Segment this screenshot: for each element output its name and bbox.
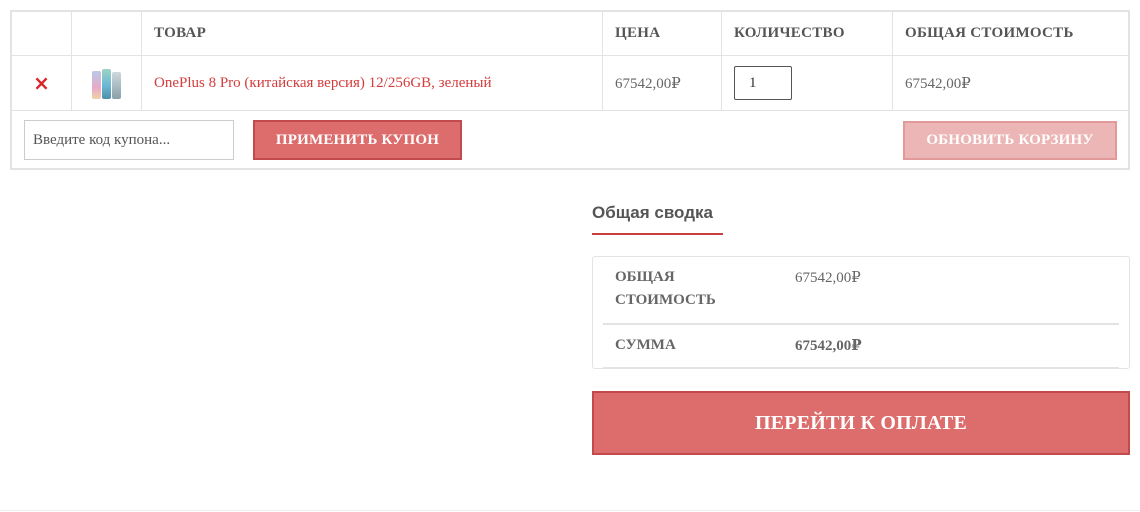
remove-item-icon[interactable]: × [33, 73, 50, 93]
header-subtotal-cell: ОБЩАЯ СТОИМОСТЬ [893, 12, 1128, 55]
totals-total-row: СУММА 67542,00₽ [603, 325, 1119, 368]
cart-item-row: × OnePlus 8 Pro (китайская версия) 12/25… [12, 56, 1128, 111]
update-cart-button[interactable]: ОБНОВИТЬ КОРЗИНУ [903, 121, 1117, 160]
totals-total-value: 67542,00₽ [795, 338, 862, 354]
cart-totals-underline [592, 233, 723, 235]
header-price-cell: ЦЕНА [603, 12, 722, 55]
product-subtotal: 67542,00₽ [905, 75, 971, 92]
header-subtotal: ОБЩАЯ СТОИМОСТЬ [905, 25, 1074, 41]
subtotal-cell: 67542,00₽ [893, 56, 1128, 110]
product-thumbnail[interactable] [91, 67, 123, 99]
header-product-cell: ТОВАР [142, 12, 603, 55]
header-product: ТОВАР [154, 25, 207, 41]
totals-subtotal-row: ОБЩАЯ СТОИМОСТЬ 67542,00₽ [603, 257, 1119, 325]
cart-table: ТОВАР ЦЕНА КОЛИЧЕСТВО ОБЩАЯ СТОИМОСТЬ × [10, 10, 1130, 170]
price-cell: 67542,00₽ [603, 56, 722, 110]
totals-subtotal-label: ОБЩАЯ СТОИМОСТЬ [615, 269, 716, 308]
cart-table-header: ТОВАР ЦЕНА КОЛИЧЕСТВО ОБЩАЯ СТОИМОСТЬ [12, 12, 1128, 56]
phone-side-icon [102, 69, 111, 99]
header-thumbnail-cell [72, 12, 142, 55]
totals-subtotal-value: 67542,00₽ [795, 270, 861, 286]
coupon-code-input[interactable] [24, 120, 234, 160]
footer-divider [0, 510, 1140, 511]
cart-totals-table: ОБЩАЯ СТОИМОСТЬ 67542,00₽ СУММА 67542,00… [592, 256, 1130, 369]
product-price: 67542,00₽ [615, 75, 681, 92]
cart-actions-row: ПРИМЕНИТЬ КУПОН ОБНОВИТЬ КОРЗИНУ [12, 111, 1128, 170]
product-name-link[interactable]: OnePlus 8 Pro (китайская версия) 12/256G… [154, 75, 492, 92]
apply-coupon-button[interactable]: ПРИМЕНИТЬ КУПОН [253, 120, 462, 160]
header-remove-cell [12, 12, 72, 55]
proceed-to-checkout-button[interactable]: ПЕРЕЙТИ К ОПЛАТЕ [592, 391, 1130, 455]
thumbnail-cell [72, 56, 142, 110]
quantity-cell [722, 56, 893, 110]
header-quantity-cell: КОЛИЧЕСТВО [722, 12, 893, 55]
remove-cell: × [12, 56, 72, 110]
phone-front-icon [112, 72, 121, 99]
product-cell: OnePlus 8 Pro (китайская версия) 12/256G… [142, 56, 603, 110]
cart-page: ТОВАР ЦЕНА КОЛИЧЕСТВО ОБЩАЯ СТОИМОСТЬ × [0, 0, 1140, 512]
cart-totals-title: Общая сводка [592, 203, 713, 222]
header-price: ЦЕНА [615, 25, 661, 41]
header-quantity: КОЛИЧЕСТВО [734, 25, 845, 41]
quantity-input[interactable] [734, 66, 792, 100]
totals-total-label: СУММА [615, 337, 676, 353]
phone-back-icon [92, 71, 101, 99]
